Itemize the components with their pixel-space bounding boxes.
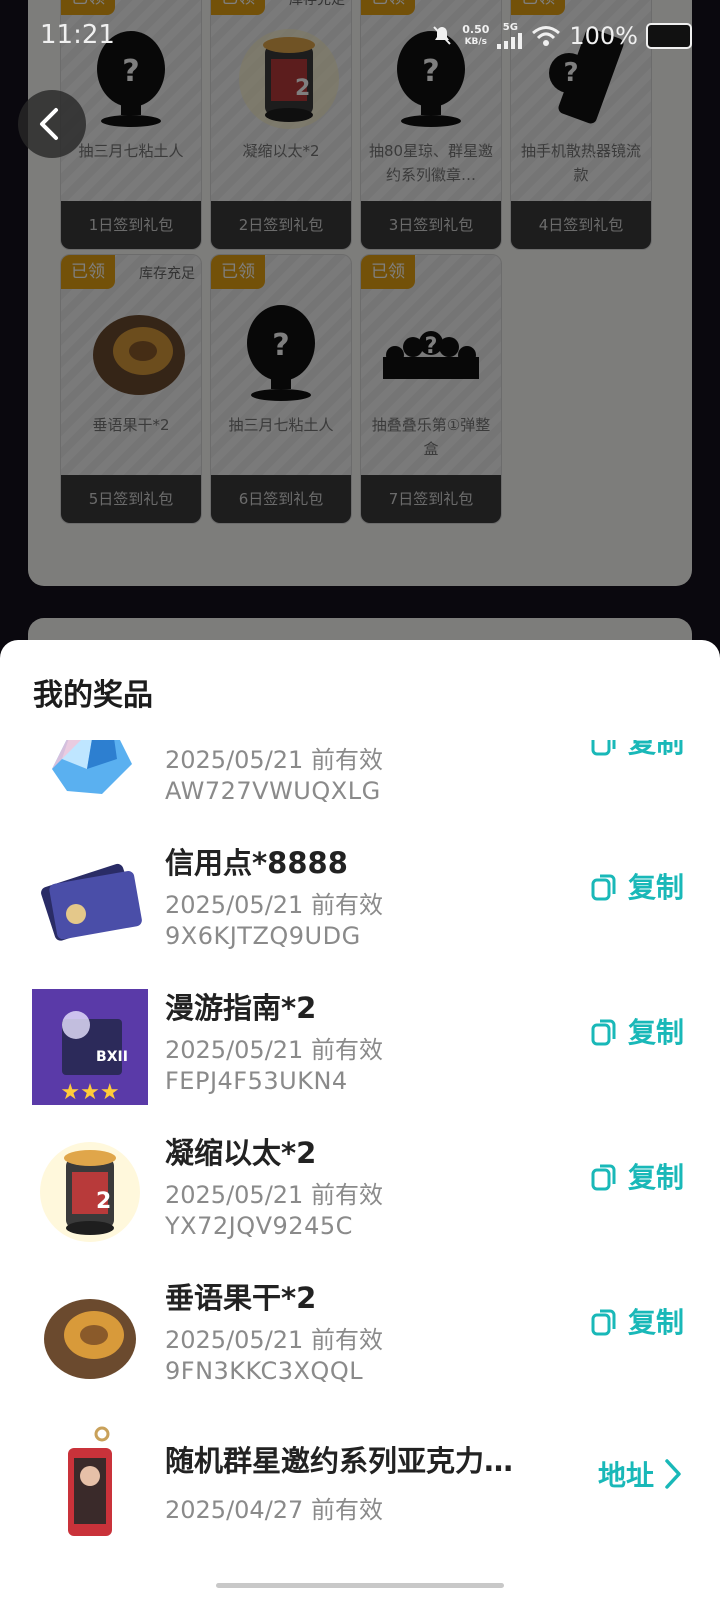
action-label: 复制: [627, 740, 684, 759]
my-prizes-sheet: 我的奖品 2025/05/21 前有效 AW727VWUQXLG 复制 信用点*888…: [0, 640, 720, 1600]
redeem-code: AW727VWUQXLG: [165, 777, 381, 805]
home-indicator[interactable]: [216, 1583, 504, 1588]
prize-title: 垂语果干*2: [165, 1281, 317, 1315]
copy-icon: [591, 874, 616, 901]
prize-row: 垂语果干*2 2025/05/21 前有效 9FN3KKC3XQQL 复制: [0, 1265, 720, 1413]
action-label: 复制: [627, 1161, 684, 1194]
dried-fruit-icon: [32, 1279, 148, 1395]
copy-button[interactable]: 复制: [590, 866, 684, 906]
copy-icon: [591, 1164, 616, 1191]
copy-icon: [591, 1309, 616, 1336]
svg-text:BXII: BXII: [96, 1049, 128, 1065]
copy-button[interactable]: 复制: [590, 1011, 684, 1051]
redeem-code: 9FN3KKC3XQQL: [165, 1357, 364, 1385]
prize-expiry: 2025/05/21 前有效: [165, 1181, 383, 1209]
ether-canister-icon: 2: [32, 1134, 148, 1250]
redeem-code: YX72JQV9245C: [165, 1212, 353, 1240]
sheet-title: 我的奖品: [33, 678, 153, 713]
prize-expiry: 2025/05/21 前有效: [165, 891, 383, 919]
action-label: 复制: [627, 1016, 684, 1049]
wifi-icon: [532, 26, 561, 46]
redeem-code: 9X6KJTZQ9UDG: [165, 922, 361, 950]
net-speed: 0.50 KB/s: [462, 23, 490, 48]
prize-expiry: 2025/04/27 前有效: [165, 1496, 383, 1524]
redeem-code: FEPJ4F53UKN4: [165, 1067, 348, 1095]
battery-icon: [646, 23, 692, 49]
travel-guide-icon: BXII ★★★: [32, 989, 148, 1105]
address-button[interactable]: 地址: [598, 1454, 684, 1494]
prize-title: 凝缩以太*2: [165, 1136, 317, 1170]
prize-expiry: 2025/05/21 前有效: [165, 1036, 383, 1064]
prize-title: 随机群星邀约系列亚克力流…: [165, 1444, 535, 1478]
battery-percent: 100%: [569, 22, 638, 50]
network-type: 5G: [502, 22, 518, 33]
copy-button[interactable]: 复制: [590, 1156, 684, 1196]
action-label: 复制: [627, 871, 684, 904]
prize-title: 信用点*8888: [165, 846, 348, 880]
copy-button[interactable]: 复制: [590, 1301, 684, 1341]
prize-title: 漫游指南*2: [165, 991, 317, 1025]
prize-row: 2 凝缩以太*2 2025/05/21 前有效 YX72JQV9245C 复制: [0, 1120, 720, 1268]
prize-row: 2025/05/21 前有效 AW727VWUQXLG 复制: [0, 740, 720, 833]
credit-card-icon: [32, 844, 148, 960]
copy-icon: [591, 1019, 616, 1046]
prize-row: 信用点*8888 2025/05/21 前有效 9X6KJTZQ9UDG 复制: [0, 830, 720, 978]
prize-list[interactable]: 2025/05/21 前有效 AW727VWUQXLG 复制 信用点*8888 2025…: [0, 740, 720, 1580]
copy-button[interactable]: 复制: [590, 740, 684, 761]
signal-icon: [497, 33, 523, 49]
chevron-left-icon: [40, 108, 58, 140]
prize-row: BXII ★★★ 漫游指南*2 2025/05/21 前有效 FEPJ4F53UKN4 复…: [0, 975, 720, 1123]
prize-row: 随机群星邀约系列亚克力流… 2025/04/27 前有效 地址: [0, 1410, 720, 1558]
svg-text:2: 2: [96, 1189, 111, 1214]
acrylic-keychain-icon: [32, 1424, 148, 1540]
copy-icon: [591, 740, 616, 756]
prize-expiry: 2025/05/21 前有效: [165, 1326, 383, 1354]
svg-text:★★★: ★★★: [60, 1080, 119, 1105]
mute-bell-icon: [433, 26, 451, 45]
crystal-icon: [32, 740, 148, 815]
action-label: 复制: [627, 1306, 684, 1339]
chevron-right-icon: [665, 1459, 681, 1489]
status-bar: 11:21 0.50 KB/s 5G 100%: [0, 0, 720, 76]
action-label: 地址: [597, 1459, 654, 1492]
status-time: 11:21: [40, 20, 115, 50]
prize-expiry: 2025/05/21 前有效: [165, 746, 383, 774]
back-button[interactable]: [18, 90, 86, 158]
